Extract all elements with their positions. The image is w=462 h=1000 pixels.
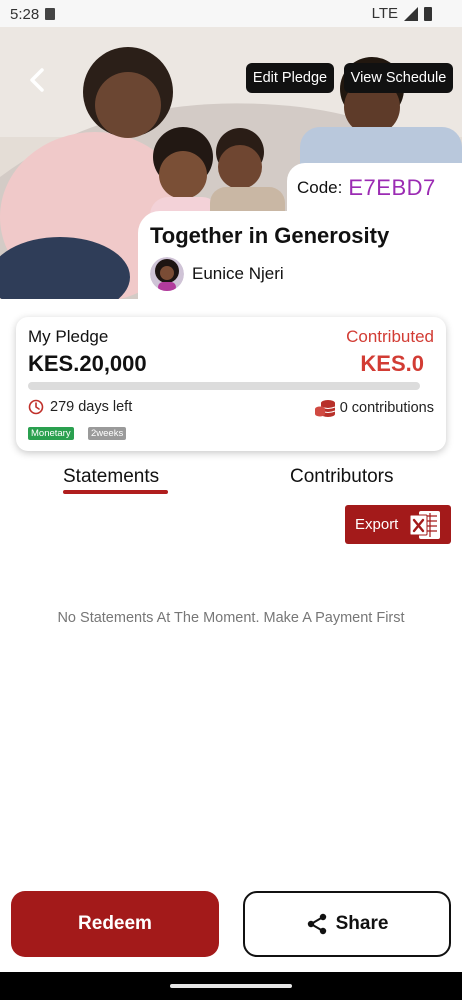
- excel-icon: [409, 511, 440, 539]
- tab-contributors[interactable]: Contributors: [290, 466, 394, 488]
- status-time: 5:28: [10, 5, 40, 23]
- my-pledge-amount: KES.20,000: [28, 351, 147, 376]
- coins-icon: [314, 400, 335, 417]
- edit-pledge-button[interactable]: Edit Pledge: [246, 63, 334, 93]
- view-schedule-button[interactable]: View Schedule: [344, 63, 453, 93]
- empty-statements-message: No Statements At The Moment. Make A Paym…: [57, 610, 405, 626]
- active-tab-indicator: [63, 490, 168, 494]
- share-button[interactable]: Share: [243, 891, 451, 957]
- sd-card-icon: [45, 8, 56, 20]
- owner-name: Eunice Njeri: [192, 264, 284, 283]
- pledge-type-tag: Monetary: [28, 427, 74, 440]
- share-label: Share: [335, 913, 389, 934]
- contributions-text: 0 contributions: [339, 400, 434, 416]
- network-label: LTE: [371, 5, 398, 22]
- pledge-summary-card: My Pledge KES.20,000 Contributed KES.0 2…: [16, 317, 446, 451]
- days-left-row: 279 days left: [28, 399, 132, 415]
- days-left-text: 279 days left: [50, 399, 133, 415]
- signal-icon: [404, 6, 418, 21]
- pledge-progress-bar: [28, 382, 420, 390]
- code-label: Code:: [297, 178, 343, 197]
- my-pledge-label: My Pledge: [28, 327, 109, 346]
- tab-statements[interactable]: Statements: [63, 466, 159, 488]
- back-button[interactable]: [22, 65, 52, 95]
- export-button[interactable]: Export: [345, 505, 451, 544]
- export-label: Export: [355, 516, 399, 533]
- pledge-title: Together in Generosity: [150, 223, 390, 248]
- clock-icon: [28, 399, 44, 415]
- chevron-left-icon: [30, 68, 44, 92]
- redeem-button[interactable]: Redeem: [11, 891, 219, 957]
- pledge-code-card: Code: E7EBD7: [287, 163, 462, 213]
- battery-icon: [424, 6, 432, 21]
- contributed-amount: KES.0: [360, 351, 424, 376]
- share-icon: [307, 913, 326, 935]
- pledge-title-card: Together in Generosity Eunice Njeri: [138, 211, 462, 303]
- system-nav-bar: [0, 972, 462, 1000]
- home-handle[interactable]: [170, 984, 292, 988]
- status-bar: 5:28 LTE: [0, 0, 462, 28]
- contributed-label: Contributed: [346, 327, 434, 346]
- owner-row: Eunice Njeri: [150, 257, 462, 291]
- code-value[interactable]: E7EBD7: [348, 175, 435, 201]
- owner-avatar: [150, 257, 184, 291]
- pledge-frequency-tag: 2weeks: [88, 427, 127, 440]
- contributions-row: 0 contributions: [314, 399, 434, 417]
